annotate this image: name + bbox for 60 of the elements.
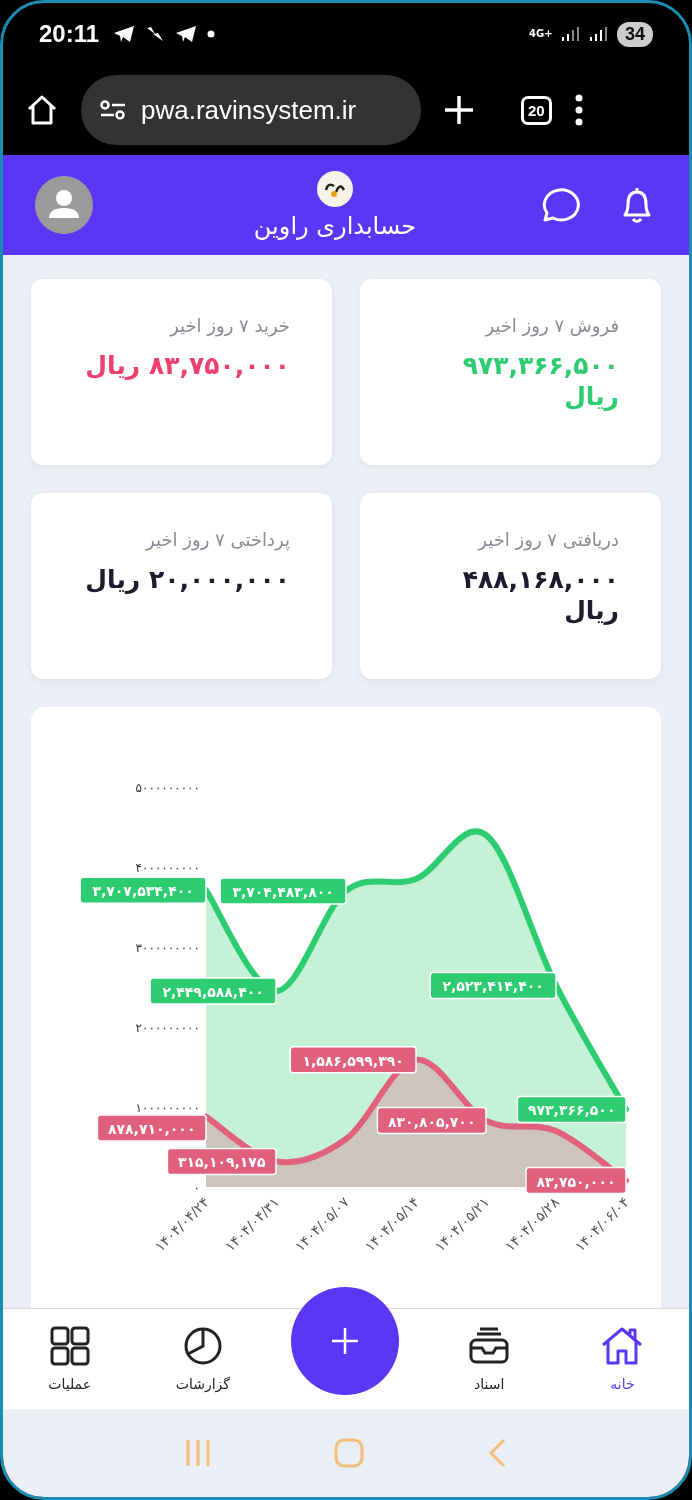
- data-label: ۳,۷۰۴,۴۸۳,۸۰۰: [219, 877, 347, 905]
- card-label: دریافتی ۷ روز اخیر: [476, 529, 619, 550]
- card-amount: ۴۸۸,۱۶۸,۰۰۰ ریال: [461, 564, 619, 627]
- axis-tick-label: ۴۰۰۰۰۰۰۰۰۰: [135, 861, 200, 875]
- card-amount: ۸۳,۷۵۰,۰۰۰ ریال: [84, 350, 290, 382]
- logo-icon: [316, 170, 354, 208]
- summary-card[interactable]: دریافتی ۷ روز اخیر ۴۸۸,۱۶۸,۰۰۰ ریال: [360, 493, 661, 679]
- home-icon: [600, 1326, 645, 1366]
- nav-tab[interactable]: گزارشات: [157, 1326, 248, 1392]
- axis-tick-label: ۱۴۰۴/۰۵/۲۱: [431, 1193, 493, 1255]
- card-amount: ۹۷۳,۳۶۶,۵۰۰ ریال: [461, 350, 619, 413]
- axis-tick-label: ۱۴۰۴/۰۵/۱۴: [361, 1193, 423, 1255]
- axis-tick-label: ۳۰۰۰۰۰۰۰۰۰: [135, 941, 200, 955]
- address-bar[interactable]: pwa.ravinsystem.ir: [81, 75, 421, 145]
- data-label: ۸۳,۷۵۰,۰۰۰: [525, 1166, 627, 1195]
- data-label: ۳۱۵,۱۰۹,۱۷۵: [166, 1147, 277, 1176]
- battery-level: 34: [616, 21, 653, 47]
- clock-time: 20:11: [39, 20, 100, 48]
- data-label: ۹۷۳,۳۶۶,۵۰۰: [516, 1095, 627, 1124]
- data-label: ۲,۴۴۹,۵۸۸,۴۰۰: [149, 977, 277, 1005]
- card-label: فروش ۷ روز اخیر: [483, 315, 619, 336]
- card-label: خرید ۷ روز اخیر: [168, 315, 290, 336]
- telegram-icon: [113, 25, 136, 43]
- data-label: ۸۳۰,۸۰۵,۷۰۰: [376, 1106, 487, 1135]
- menu-icon[interactable]: [573, 94, 584, 126]
- axis-tick-label: ۰: [193, 1181, 200, 1195]
- new-tab-icon[interactable]: [443, 94, 475, 126]
- avatar-icon[interactable]: [35, 176, 93, 234]
- axis-tick-label: ۱۴۰۴/۰۵/۰۷: [291, 1193, 353, 1255]
- axis-tick-label: ۱۴۰۴/۰۴/۲۴: [151, 1193, 213, 1255]
- card-label: پرداختی ۷ روز اخیر: [144, 529, 290, 550]
- site-settings-icon[interactable]: [99, 98, 127, 122]
- axis-tick-label: ۵۰۰۰۰۰۰۰۰۰: [135, 781, 200, 795]
- home-icon[interactable]: [25, 93, 59, 127]
- inbox-tray-icon: [468, 1326, 511, 1366]
- nav-tab[interactable]: عملیات: [24, 1326, 115, 1392]
- plus-icon: [330, 1326, 361, 1356]
- card-amount: ۲۰,۰۰۰,۰۰۰ ریال: [84, 564, 290, 596]
- data-label: ۳,۷۰۷,۵۳۴,۴۰۰: [79, 876, 207, 904]
- axis-tick-label: ۱۴۰۴/۰۶/۰۴: [571, 1193, 633, 1255]
- telegram-icon: [175, 25, 198, 43]
- data-label: ۸۷۸,۷۱۰,۰۰۰: [96, 1114, 207, 1142]
- data-label: ۱,۵۸۶,۵۹۹,۳۹۰: [289, 1046, 417, 1074]
- axis-tick-label: ۱۰۰۰۰۰۰۰۰۰: [135, 1101, 200, 1115]
- pie-chart-icon: [182, 1326, 223, 1366]
- app-title: حسابداری راوین: [253, 212, 417, 240]
- signal-icon: [588, 26, 607, 42]
- signal-icon: [560, 26, 579, 42]
- axis-tick-label: ۱۴۰۴/۰۴/۳۱: [221, 1193, 283, 1255]
- axis-tick-label: ۱۴۰۴/۰۵/۲۸: [501, 1193, 563, 1255]
- network-type: 4G+: [528, 29, 551, 39]
- grid-icon: [49, 1326, 90, 1366]
- axis-tick-label: ۲۰۰۰۰۰۰۰۰۰: [135, 1021, 200, 1035]
- summary-card[interactable]: خرید ۷ روز اخیر ۸۳,۷۵۰,۰۰۰ ریال: [31, 279, 332, 465]
- data-label: ۲,۵۲۳,۴۱۴,۴۰۰: [429, 971, 557, 1000]
- dot-icon: [207, 30, 216, 38]
- tab-count-button[interactable]: 20: [521, 95, 552, 125]
- nav-tab[interactable]: خانه: [577, 1326, 668, 1392]
- summary-card[interactable]: پرداختی ۷ روز اخیر ۲۰,۰۰۰,۰۰۰ ریال: [31, 493, 332, 679]
- nav-tab[interactable]: اسناد: [444, 1326, 535, 1392]
